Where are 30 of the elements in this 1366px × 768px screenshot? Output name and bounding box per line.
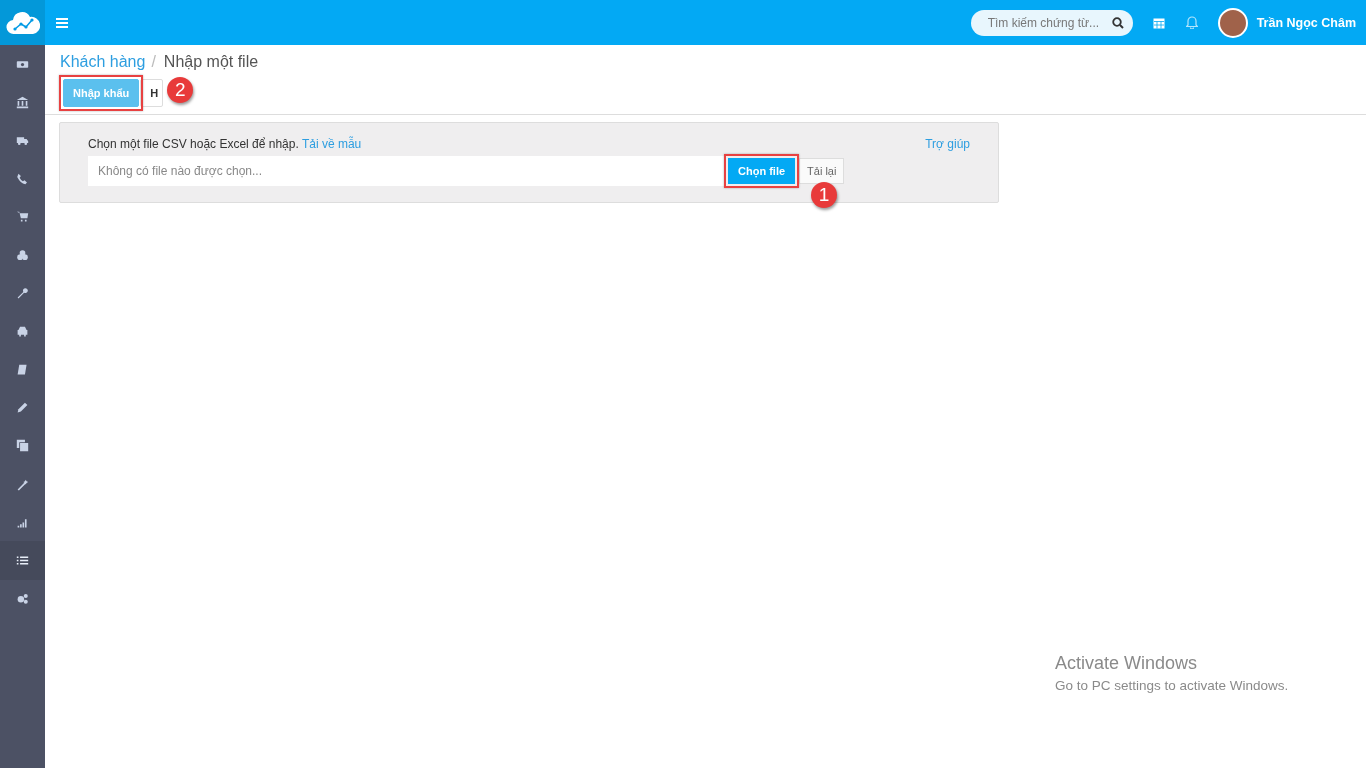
tab[interactable]: Nhập khẩu: [63, 79, 140, 107]
instruction-text: Chọn một file CSV hoặc Excel để nhập. Tải về mẫu: [88, 137, 363, 151]
wand-icon: [16, 477, 29, 491]
activation-notice-text: Go to PC settings to activate Windows.: [1055, 678, 1289, 693]
bank-icon: [16, 95, 29, 109]
cloud-logo-icon[interactable]: [0, 0, 45, 45]
activation-notice-title: Activate Windows: [1055, 653, 1199, 674]
copy-icon: [16, 439, 29, 453]
breadcrumb-link[interactable]: Khách hàng: [60, 53, 146, 71]
reload-button[interactable]: Tải lại: [799, 158, 845, 184]
car-icon: [16, 324, 29, 338]
annotation-badge: 1: [811, 182, 838, 208]
tab[interactable]: H: [140, 79, 164, 107]
file-name-field[interactable]: Không có file nào được chọn...: [88, 156, 724, 186]
help-link[interactable]: Trợ giúp: [925, 137, 970, 151]
breadcrumb-separator: /: [151, 53, 156, 71]
search-field[interactable]: Tìm kiếm chứng từ...: [970, 9, 1133, 36]
download-template-link[interactable]: Tải về mẫu: [301, 137, 362, 151]
breadcrumb-current: Nhập một file: [163, 53, 259, 71]
menu-icon[interactable]: [56, 17, 68, 28]
pencil-icon: [16, 401, 29, 415]
search-icon[interactable]: [1111, 16, 1124, 29]
calendar-icon[interactable]: [1152, 16, 1165, 29]
book-icon: [16, 363, 29, 377]
list-icon: [16, 554, 29, 568]
phone-icon: [16, 172, 29, 186]
avatar-icon[interactable]: [1217, 7, 1248, 38]
user-name[interactable]: Trần Ngọc Châm: [1256, 15, 1356, 30]
choose-file-button[interactable]: Chọn file: [728, 158, 796, 184]
annotation-badge: 2: [167, 77, 194, 103]
